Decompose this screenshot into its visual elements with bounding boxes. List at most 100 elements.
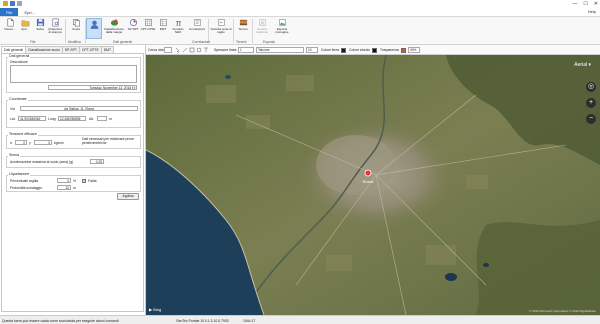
minimize-button[interactable]: — — [572, 1, 577, 7]
terrain-button[interactable]: Terreni — [235, 18, 251, 40]
date-dropdown-button[interactable]: ▾ — [133, 85, 137, 90]
tab-cpt-cpte[interactable]: CPT-CPTE — [78, 46, 102, 53]
lat-label: Lat. — [10, 117, 16, 121]
bing-logo: ▶ Bing — [149, 307, 162, 312]
font-size-select[interactable]: 10 — [306, 47, 318, 53]
shear-wave-icon — [218, 19, 224, 26]
map-classification-label: Classificazione dalla mappa — [104, 27, 125, 35]
status-code: 1944-17 — [243, 318, 256, 323]
zoom-in-button[interactable]: + — [586, 98, 596, 108]
open-button[interactable]: Apri... — [17, 18, 33, 40]
title-bar: — ☐ ✕ — [0, 0, 600, 8]
transparency-swatch[interactable] — [401, 47, 406, 53]
location-marker-icon[interactable] — [364, 169, 372, 177]
line-tool-icon[interactable] — [182, 47, 188, 53]
alt-unit: m — [109, 117, 112, 121]
long-field[interactable]: 12.486786896 — [58, 116, 86, 121]
close-button[interactable]: ✕ — [594, 1, 598, 7]
new-button[interactable]: Nuovo... — [2, 18, 18, 40]
print-preview-icon — [52, 18, 58, 27]
description-field[interactable] — [10, 65, 137, 83]
plus-icon: + — [588, 99, 594, 106]
date-picker[interactable]: Tuesday, November 13, 2018 — [48, 85, 133, 90]
terrain-label: Terreni — [238, 27, 248, 31]
fondulo-seo-label: Fondulo SEO — [172, 27, 184, 35]
background-color-swatch[interactable] — [372, 47, 377, 53]
tab-sp-spt[interactable]: SP-SPT — [61, 46, 80, 53]
search-view-field[interactable] — [164, 47, 172, 53]
quick-undo-icon[interactable] — [17, 1, 22, 6]
tab-file[interactable]: File — [0, 8, 19, 16]
group-label-file: File — [30, 40, 36, 44]
help-link[interactable]: Help — [588, 9, 596, 14]
sigma-field[interactable]: 0 — [15, 140, 27, 145]
map-style-selector[interactable]: Aerial ▾ — [574, 62, 591, 68]
locate-me-button[interactable]: ◎ — [586, 82, 596, 92]
long-label: Long. — [48, 117, 57, 121]
rectangle-tool-icon[interactable] — [189, 47, 195, 53]
sp-spt-label: SP-SPT — [127, 27, 139, 31]
seismic-title: Sisma — [8, 153, 20, 157]
falda-checkbox[interactable]: ✓ — [82, 179, 86, 183]
aerial-map[interactable]: Roma Aerial ▾ ◎ + − ▶ Bing © 2019 Micros… — [146, 55, 600, 315]
sigma-value: 0 — [23, 141, 25, 145]
generate-report-label: Genera relazione — [255, 27, 269, 35]
tension-unit: kg/cm² — [54, 141, 65, 145]
falda-label: Falda — [88, 179, 97, 183]
font-family-select[interactable]: Tahoma — [256, 47, 304, 53]
group-label-esporta: Esporta — [263, 40, 275, 44]
line-thickness-field[interactable]: 1 — [238, 47, 254, 53]
gamma-field[interactable]: 0 — [34, 140, 52, 145]
open-button-label: Apri... — [21, 27, 29, 31]
shear-wave-button[interactable]: Velocità onde di taglio — [210, 18, 232, 40]
chart-sp-spt-icon — [129, 18, 137, 27]
coordinates-title: Coordinate — [8, 97, 28, 101]
save-icon — [36, 18, 44, 27]
pi-icon: π — [175, 18, 181, 27]
print-preview-button[interactable]: Anteprima di stampa — [47, 18, 63, 40]
apply-button[interactable]: Applica — [117, 193, 139, 200]
sp-spt-button[interactable]: SP-SPT — [125, 18, 141, 40]
shear-wave-label: Velocità onde di taglio — [210, 27, 232, 35]
save-button[interactable]: Salva — [32, 18, 48, 40]
export-image-button[interactable]: Esporta immagine — [273, 18, 291, 40]
group-label-correlazioni: Correlazioni — [192, 40, 211, 44]
correlations-button[interactable]: Correlazioni — [187, 18, 207, 40]
lat-field[interactable]: 41.902636962 — [18, 116, 46, 121]
tab-classificazione-suolo[interactable]: Classificazione suolo — [25, 46, 63, 53]
cpt-cpte-button[interactable]: CPT-CPTE — [140, 18, 156, 40]
left-panel: Dati generali Classificazione suolo SP-S… — [0, 45, 146, 315]
tab-dati-generali[interactable]: Dati generali — [1, 46, 27, 53]
tension-note: Dati necessari per elaborare prove penet… — [82, 137, 135, 145]
text-tool-icon[interactable] — [204, 47, 208, 52]
survey-depth-value: 10 — [65, 186, 69, 190]
correlations-label: Correlazioni — [188, 27, 205, 31]
alt-label: Alt. — [89, 117, 94, 121]
via-field[interactable]: via Sistina, 11, Roma — [20, 106, 138, 111]
transparency-field[interactable]: 40% — [408, 47, 420, 53]
dmt-button[interactable]: DMT — [155, 18, 171, 40]
ribbon-separator — [65, 19, 66, 43]
copy-button[interactable]: Copia — [68, 18, 84, 40]
fondulo-seo-button[interactable]: π Fondulo SEO — [170, 18, 186, 40]
pointer-tool-icon[interactable] — [175, 47, 180, 53]
status-version: GeoTec Portale 10.0.1.3 10.0.7953 — [176, 318, 229, 323]
clay-percentage-field[interactable]: 0 — [57, 178, 71, 183]
tab-epri[interactable]: Epri... — [18, 8, 40, 16]
user-settings-button[interactable] — [86, 18, 102, 39]
quick-save-icon[interactable] — [10, 1, 15, 6]
description-label: Descrizione — [10, 60, 28, 64]
map-classification-button[interactable]: Classificazione dalla mappa — [104, 18, 124, 40]
maximize-button[interactable]: ☐ — [583, 1, 587, 7]
survey-depth-unit: m — [73, 186, 76, 190]
acceleration-field[interactable]: 0.25 — [90, 159, 104, 164]
alt-field[interactable] — [97, 116, 107, 121]
map-toolbar: Cerca vista Spessore linea 1 Tahoma 10 C… — [146, 45, 600, 55]
generate-report-button[interactable]: A Genera relazione — [253, 18, 271, 40]
line-thickness-label: Spessore linea — [214, 47, 237, 52]
zoom-out-button[interactable]: − — [586, 114, 596, 124]
line-color-swatch[interactable] — [341, 47, 346, 53]
circle-tool-icon[interactable] — [196, 47, 202, 53]
survey-depth-field[interactable]: 10 — [57, 185, 71, 190]
tab-dmt[interactable]: DMT — [100, 46, 115, 53]
